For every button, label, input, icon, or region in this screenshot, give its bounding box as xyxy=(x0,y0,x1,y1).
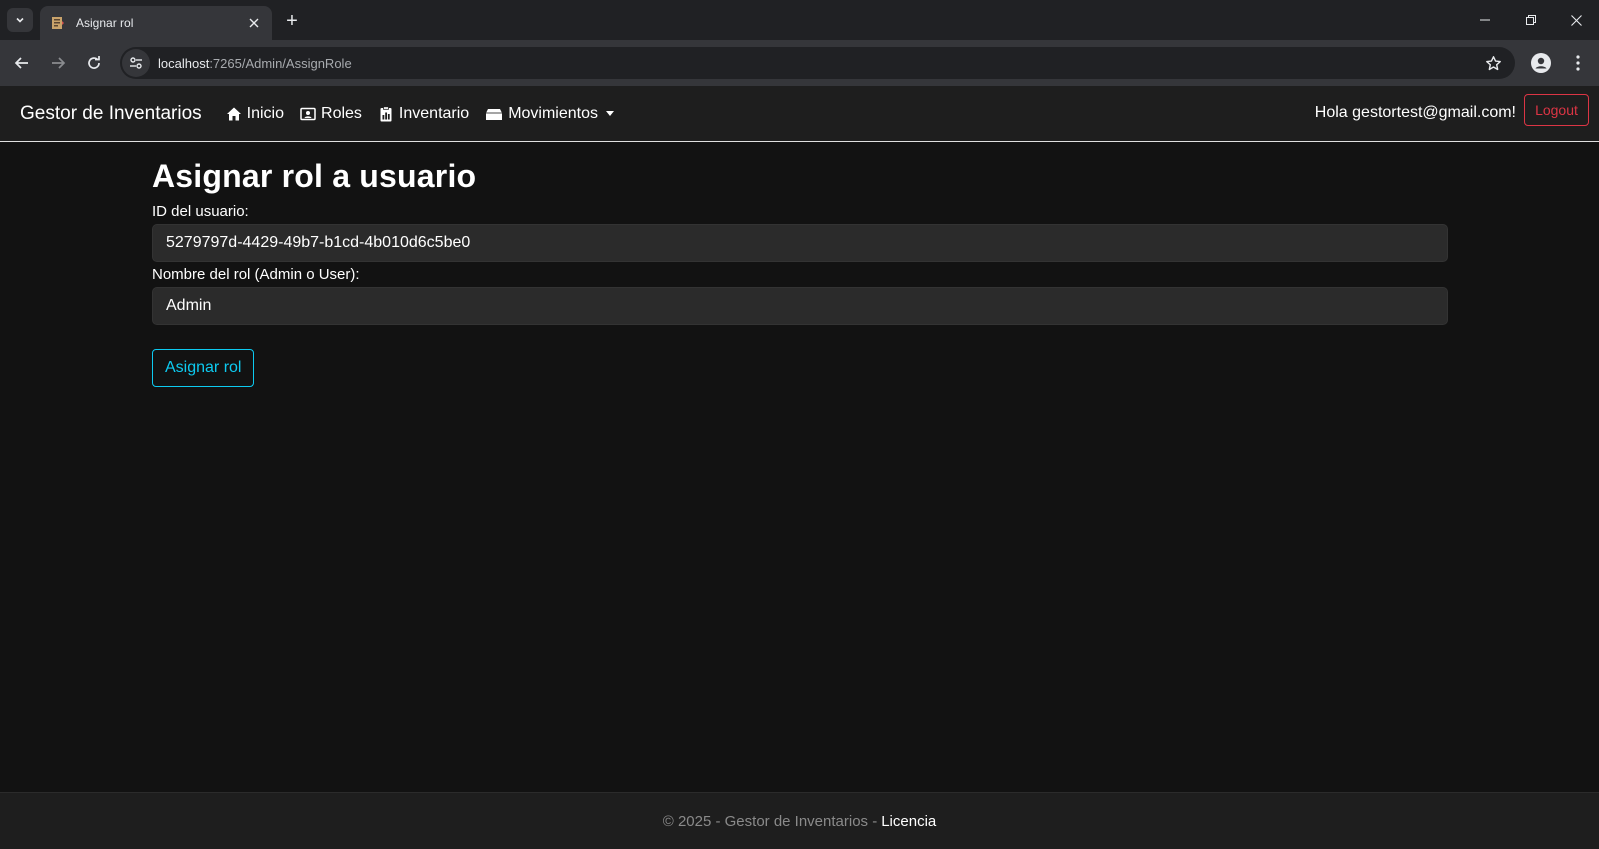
brand-link[interactable]: Gestor de Inventarios xyxy=(20,103,202,125)
dropdown-caret-icon xyxy=(606,111,614,116)
home-icon xyxy=(226,106,242,122)
nav-link-movimientos[interactable]: Movimientos xyxy=(485,105,614,123)
role-name-label: Nombre del rol (Admin o User): xyxy=(152,266,360,283)
logout-button[interactable]: Logout xyxy=(1524,94,1589,126)
new-tab-button[interactable]: + xyxy=(280,9,304,33)
close-icon xyxy=(1570,14,1582,26)
minimize-button[interactable] xyxy=(1462,0,1508,40)
url-host: localhost xyxy=(158,55,210,71)
site-navbar: Gestor de Inventarios Inicio Roles Inven… xyxy=(0,86,1599,142)
user-id-input[interactable] xyxy=(152,224,1448,262)
tab-search-button[interactable] xyxy=(7,8,33,32)
browser-tab[interactable]: Asignar rol xyxy=(40,6,272,40)
close-window-button[interactable] xyxy=(1553,0,1599,40)
person-icon xyxy=(1531,53,1551,73)
reload-button[interactable] xyxy=(80,49,108,77)
minimize-icon xyxy=(1480,19,1490,21)
tune-icon xyxy=(130,57,142,69)
tab-close-icon[interactable] xyxy=(246,15,262,31)
browser-tabstrip: Asignar rol + xyxy=(0,0,1599,40)
id-card-icon xyxy=(300,106,316,122)
box-icon xyxy=(485,106,503,122)
nav-link-label: Inventario xyxy=(398,104,470,122)
bookmark-button[interactable] xyxy=(1483,53,1503,73)
footer: © 2025 - Gestor de Inventarios - Licenci… xyxy=(0,792,1599,849)
address-bar[interactable]: localhost:7265/Admin/AssignRole xyxy=(120,47,1515,79)
plus-icon: + xyxy=(286,9,298,32)
profile-button[interactable] xyxy=(1529,51,1553,75)
more-vert-icon xyxy=(1576,55,1580,71)
nav-link-inicio[interactable]: Inicio xyxy=(226,105,284,123)
chevron-down-icon xyxy=(16,17,24,23)
assign-role-form: ID del usuario: Nombre del rol (Admin o … xyxy=(152,203,1448,387)
star-icon xyxy=(1485,55,1501,70)
browser-toolbar: localhost:7265/Admin/AssignRole xyxy=(0,40,1599,86)
role-name-input[interactable] xyxy=(152,287,1448,325)
user-id-label: ID del usuario: xyxy=(152,203,249,220)
nav-link-label: Movimientos xyxy=(508,104,598,122)
restore-icon xyxy=(1526,15,1536,25)
nav-link-roles[interactable]: Roles xyxy=(300,105,362,123)
browser-menu-button[interactable] xyxy=(1566,51,1590,75)
assign-role-button[interactable]: Asignar rol xyxy=(152,349,255,387)
clipboard-chart-icon xyxy=(378,105,394,122)
nav-link-label: Inicio xyxy=(246,104,285,122)
footer-copyright: © 2025 - Gestor de Inventarios - xyxy=(662,812,878,830)
forward-button[interactable] xyxy=(44,49,72,77)
page-title: Asignar rol a usuario xyxy=(152,158,477,194)
license-link[interactable]: Licencia xyxy=(881,813,936,830)
reload-icon xyxy=(88,56,100,69)
url-text[interactable]: localhost:7265/Admin/AssignRole xyxy=(158,56,352,71)
arrow-right-icon xyxy=(52,57,66,69)
nav-link-label: Roles xyxy=(321,104,362,122)
restore-button[interactable] xyxy=(1508,0,1554,40)
user-greeting[interactable]: Hola gestortest@gmail.com! xyxy=(1315,104,1516,122)
arrow-left-icon xyxy=(14,57,28,69)
nav-link-inventario[interactable]: Inventario xyxy=(378,105,469,123)
favicon-icon xyxy=(50,15,66,31)
main-content: Asignar rol a usuario ID del usuario: No… xyxy=(152,158,1448,387)
tab-title: Asignar rol xyxy=(76,16,134,30)
url-path: :7265/Admin/AssignRole xyxy=(209,55,352,71)
site-info-button[interactable] xyxy=(122,49,150,77)
back-button[interactable] xyxy=(8,49,36,77)
